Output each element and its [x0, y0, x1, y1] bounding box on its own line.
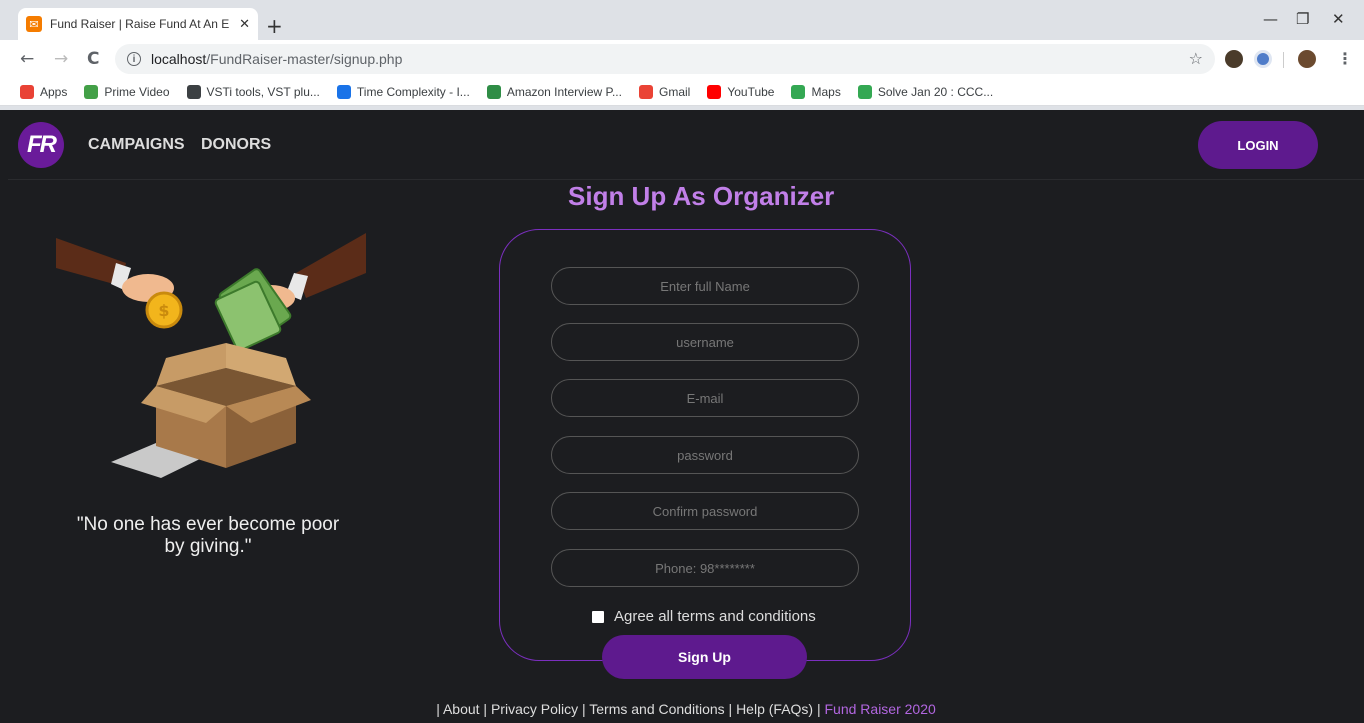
tab-close-icon[interactable]: ✕: [239, 17, 250, 32]
signup-form: Agree all terms and conditions: [499, 229, 911, 661]
bookmark-item[interactable]: VSTi tools, VST plu...: [186, 84, 320, 99]
youtube-icon: [707, 84, 722, 99]
bookmark-label: YouTube: [727, 84, 775, 99]
footer-links[interactable]: | About | Privacy Policy | Terms and Con…: [436, 701, 824, 717]
toolbar-separator: [1283, 52, 1284, 68]
signup-button[interactable]: Sign Up: [602, 635, 807, 679]
bookmark-label: Amazon Interview P...: [506, 84, 622, 99]
gmail-icon: [638, 84, 653, 99]
full-name-input[interactable]: [551, 267, 859, 305]
nav-campaigns-link[interactable]: CAMPAIGNS: [88, 136, 185, 154]
forward-button[interactable]: →: [54, 49, 68, 69]
confirm-password-input[interactable]: [551, 492, 859, 530]
browser-tab[interactable]: ✉ Fund Raiser | Raise Fund At An E ✕: [18, 8, 258, 40]
bookmark-label: Time Complexity - I...: [356, 84, 470, 99]
page-content: FR CAMPAIGNS DONORS LOGIN Sign Up As Org…: [8, 110, 1364, 723]
inspirational-quote: "No one has ever become poor by giving.": [76, 514, 340, 557]
bookmark-item[interactable]: Prime Video: [84, 84, 170, 99]
bookmark-item[interactable]: Solve Jan 20 : CCC...: [857, 84, 994, 99]
minimize-button[interactable]: —: [1263, 10, 1278, 28]
terms-checkbox[interactable]: [592, 610, 604, 623]
bookmarks-bar: Apps Prime Video VSTi tools, VST plu... Tim…: [0, 78, 1364, 106]
browser-menu-icon[interactable]: ⋮: [1337, 49, 1353, 68]
url-host: localhost: [151, 51, 207, 67]
bookmark-item[interactable]: Time Complexity - I...: [336, 84, 470, 99]
url-text: localhost/FundRaiser-master/signup.php: [151, 51, 402, 67]
tab-strip: ✉ Fund Raiser | Raise Fund At An E ✕ + —…: [0, 0, 1364, 40]
email-input[interactable]: [551, 379, 859, 417]
username-input[interactable]: [551, 323, 859, 361]
url-path: /FundRaiser-master/signup.php: [206, 51, 403, 67]
page-title: Sign Up As Organizer: [568, 181, 835, 211]
login-button[interactable]: LOGIN: [1198, 121, 1318, 169]
bookmark-item[interactable]: Gmail: [638, 84, 691, 99]
phone-input[interactable]: [551, 549, 859, 587]
bookmark-label: Apps: [40, 84, 68, 99]
bookmark-star-icon[interactable]: ☆: [1189, 49, 1203, 68]
close-window-button[interactable]: ✕: [1332, 10, 1345, 28]
prime-video-icon: [84, 84, 99, 99]
bookmark-item[interactable]: Amazon Interview P...: [486, 84, 622, 99]
site-navbar: FR CAMPAIGNS DONORS LOGIN: [8, 110, 1364, 180]
footer: | About | Privacy Policy | Terms and Con…: [8, 701, 1364, 717]
tab-title: Fund Raiser | Raise Fund At An E: [50, 17, 230, 31]
vsti-icon: [186, 84, 201, 99]
apps-grid-icon: [20, 84, 34, 99]
incognito-extension-icon[interactable]: [1225, 50, 1243, 68]
bookmark-item[interactable]: Maps: [791, 84, 841, 99]
geeksforgeeks-icon: [486, 84, 501, 99]
bookmark-item[interactable]: Apps: [20, 84, 68, 99]
info-icon[interactable]: i: [127, 52, 141, 66]
bookmark-label: Solve Jan 20 : CCC...: [877, 84, 994, 99]
terms-row: Agree all terms and conditions: [592, 608, 816, 625]
donation-box-illustration: $: [56, 233, 366, 478]
bookmark-label: VSTi tools, VST plu...: [206, 84, 320, 99]
maps-icon: [791, 84, 806, 99]
address-bar[interactable]: i localhost/FundRaiser-master/signup.php…: [115, 44, 1215, 74]
bookmark-item[interactable]: YouTube: [707, 84, 775, 99]
nav-donors-link[interactable]: DONORS: [201, 136, 271, 154]
fundraiser-favicon-icon: ✉: [26, 16, 42, 32]
browser-chrome: ✉ Fund Raiser | Raise Fund At An E ✕ + —…: [0, 0, 1364, 110]
bookmark-label: Gmail: [658, 84, 691, 99]
bookmark-label: Prime Video: [104, 84, 170, 99]
footer-brand: Fund Raiser 2020: [824, 701, 936, 717]
reload-button[interactable]: C: [87, 49, 99, 69]
profile-avatar[interactable]: [1298, 50, 1316, 68]
codechef-icon: [857, 84, 872, 99]
extension-icon[interactable]: [1254, 50, 1272, 68]
password-input[interactable]: [551, 436, 859, 474]
browser-toolbar: ← → C i localhost/FundRaiser-master/sign…: [0, 40, 1364, 78]
bookmark-label: Maps: [811, 84, 841, 99]
interviewbit-icon: [336, 84, 351, 99]
svg-text:$: $: [158, 301, 169, 320]
maximize-button[interactable]: ❐: [1296, 10, 1309, 28]
back-button[interactable]: ←: [20, 49, 34, 69]
terms-label[interactable]: Agree all terms and conditions: [614, 608, 816, 625]
new-tab-button[interactable]: +: [266, 14, 283, 38]
fundraiser-logo[interactable]: FR: [18, 122, 64, 168]
